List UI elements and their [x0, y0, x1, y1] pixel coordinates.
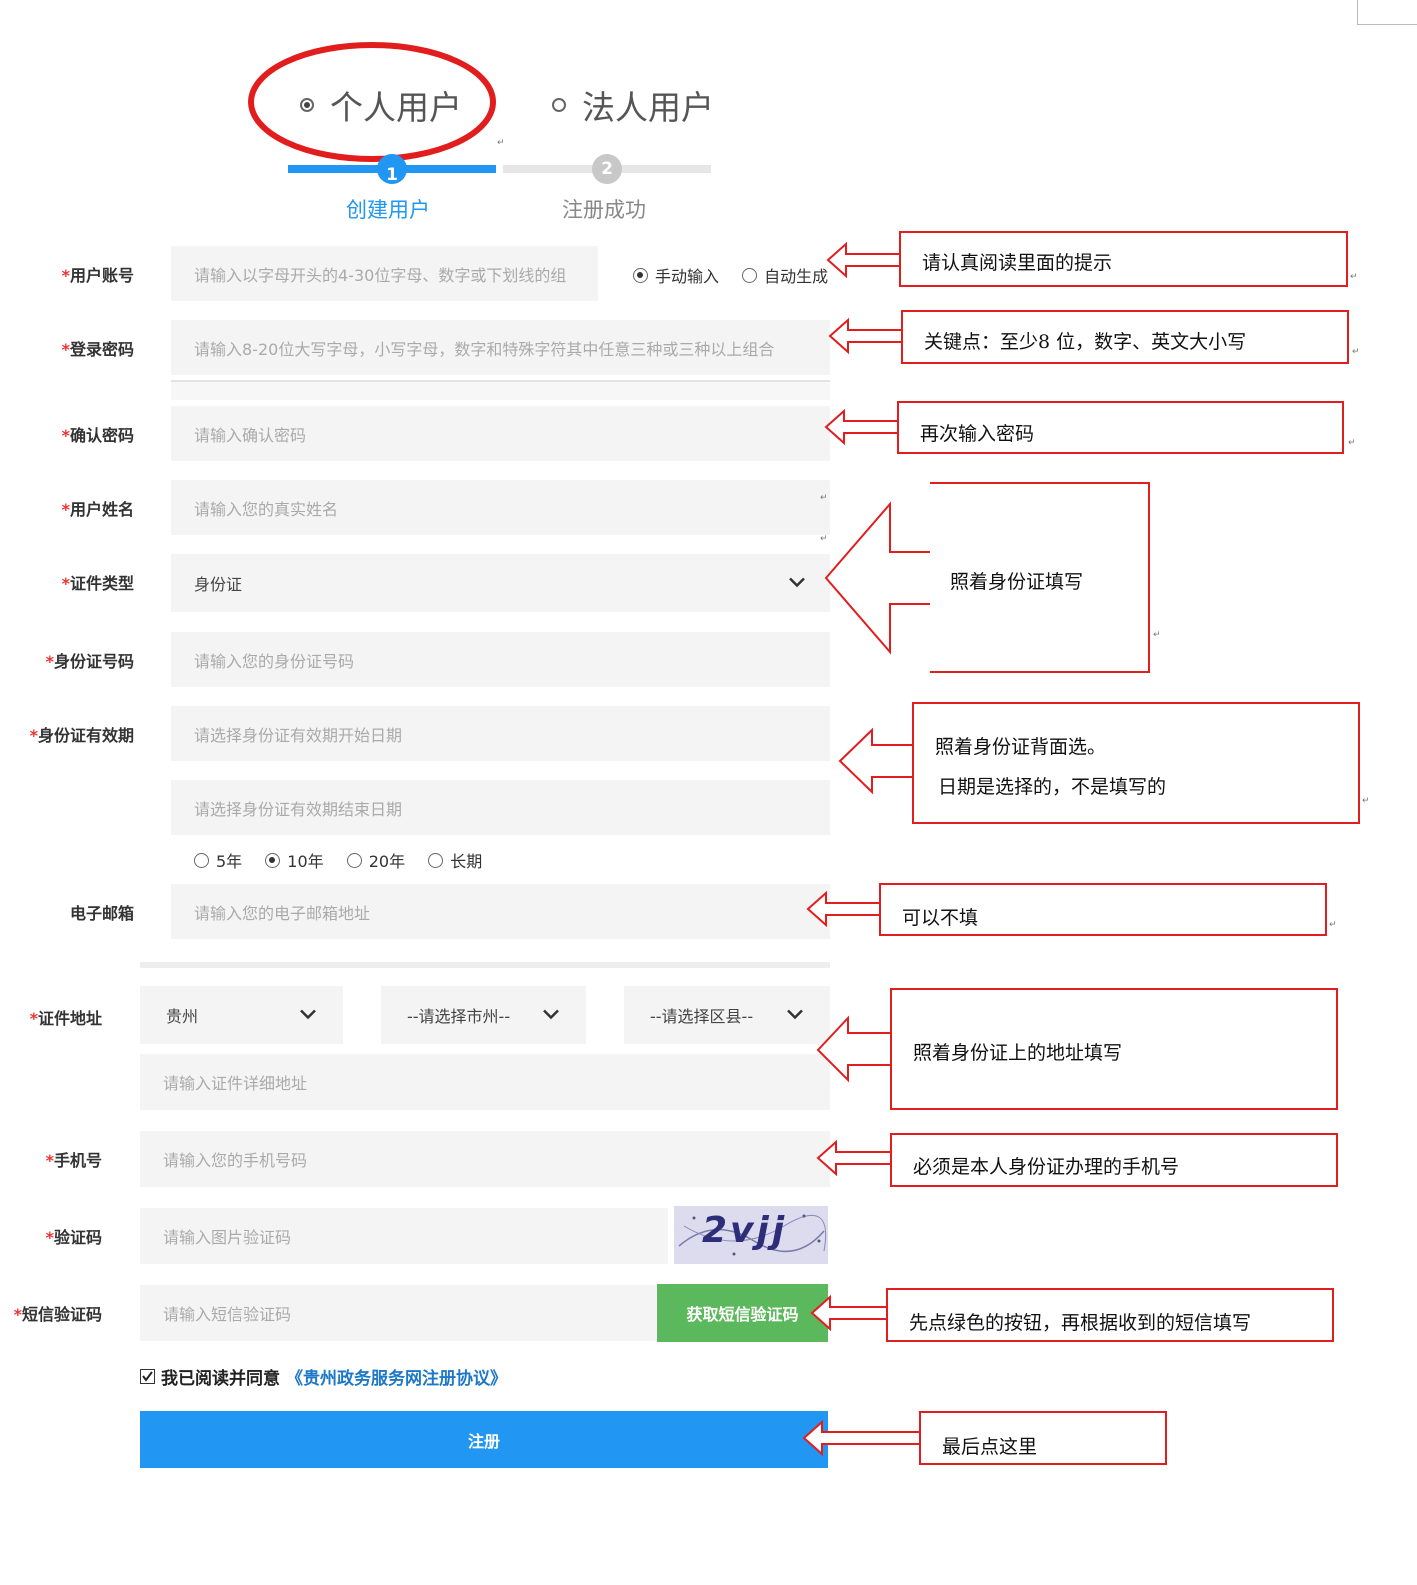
annotation-validity: 照着身份证背面选。 日期是选择的，不是填写的 — [912, 702, 1360, 824]
annotation-address: 照着身份证上的地址填写 — [890, 988, 1338, 1110]
annotation-id-fill: 照着身份证填写 — [930, 482, 1150, 673]
annotation-email-optional: 可以不填 — [879, 883, 1327, 936]
annotation-submit: 最后点这里 — [919, 1411, 1167, 1465]
annotation-sms: 先点绿色的按钮，再根据收到的短信填写 — [886, 1288, 1334, 1342]
annotation-read-tips: 请认真阅读里面的提示 — [899, 231, 1348, 287]
annotation-password-rule: 关键点：至少8 位，数字、英文大小写 — [901, 310, 1349, 364]
annotation-phone: 必须是本人身份证办理的手机号 — [890, 1133, 1338, 1187]
annotation-reenter-password: 再次输入密码 — [897, 401, 1344, 454]
